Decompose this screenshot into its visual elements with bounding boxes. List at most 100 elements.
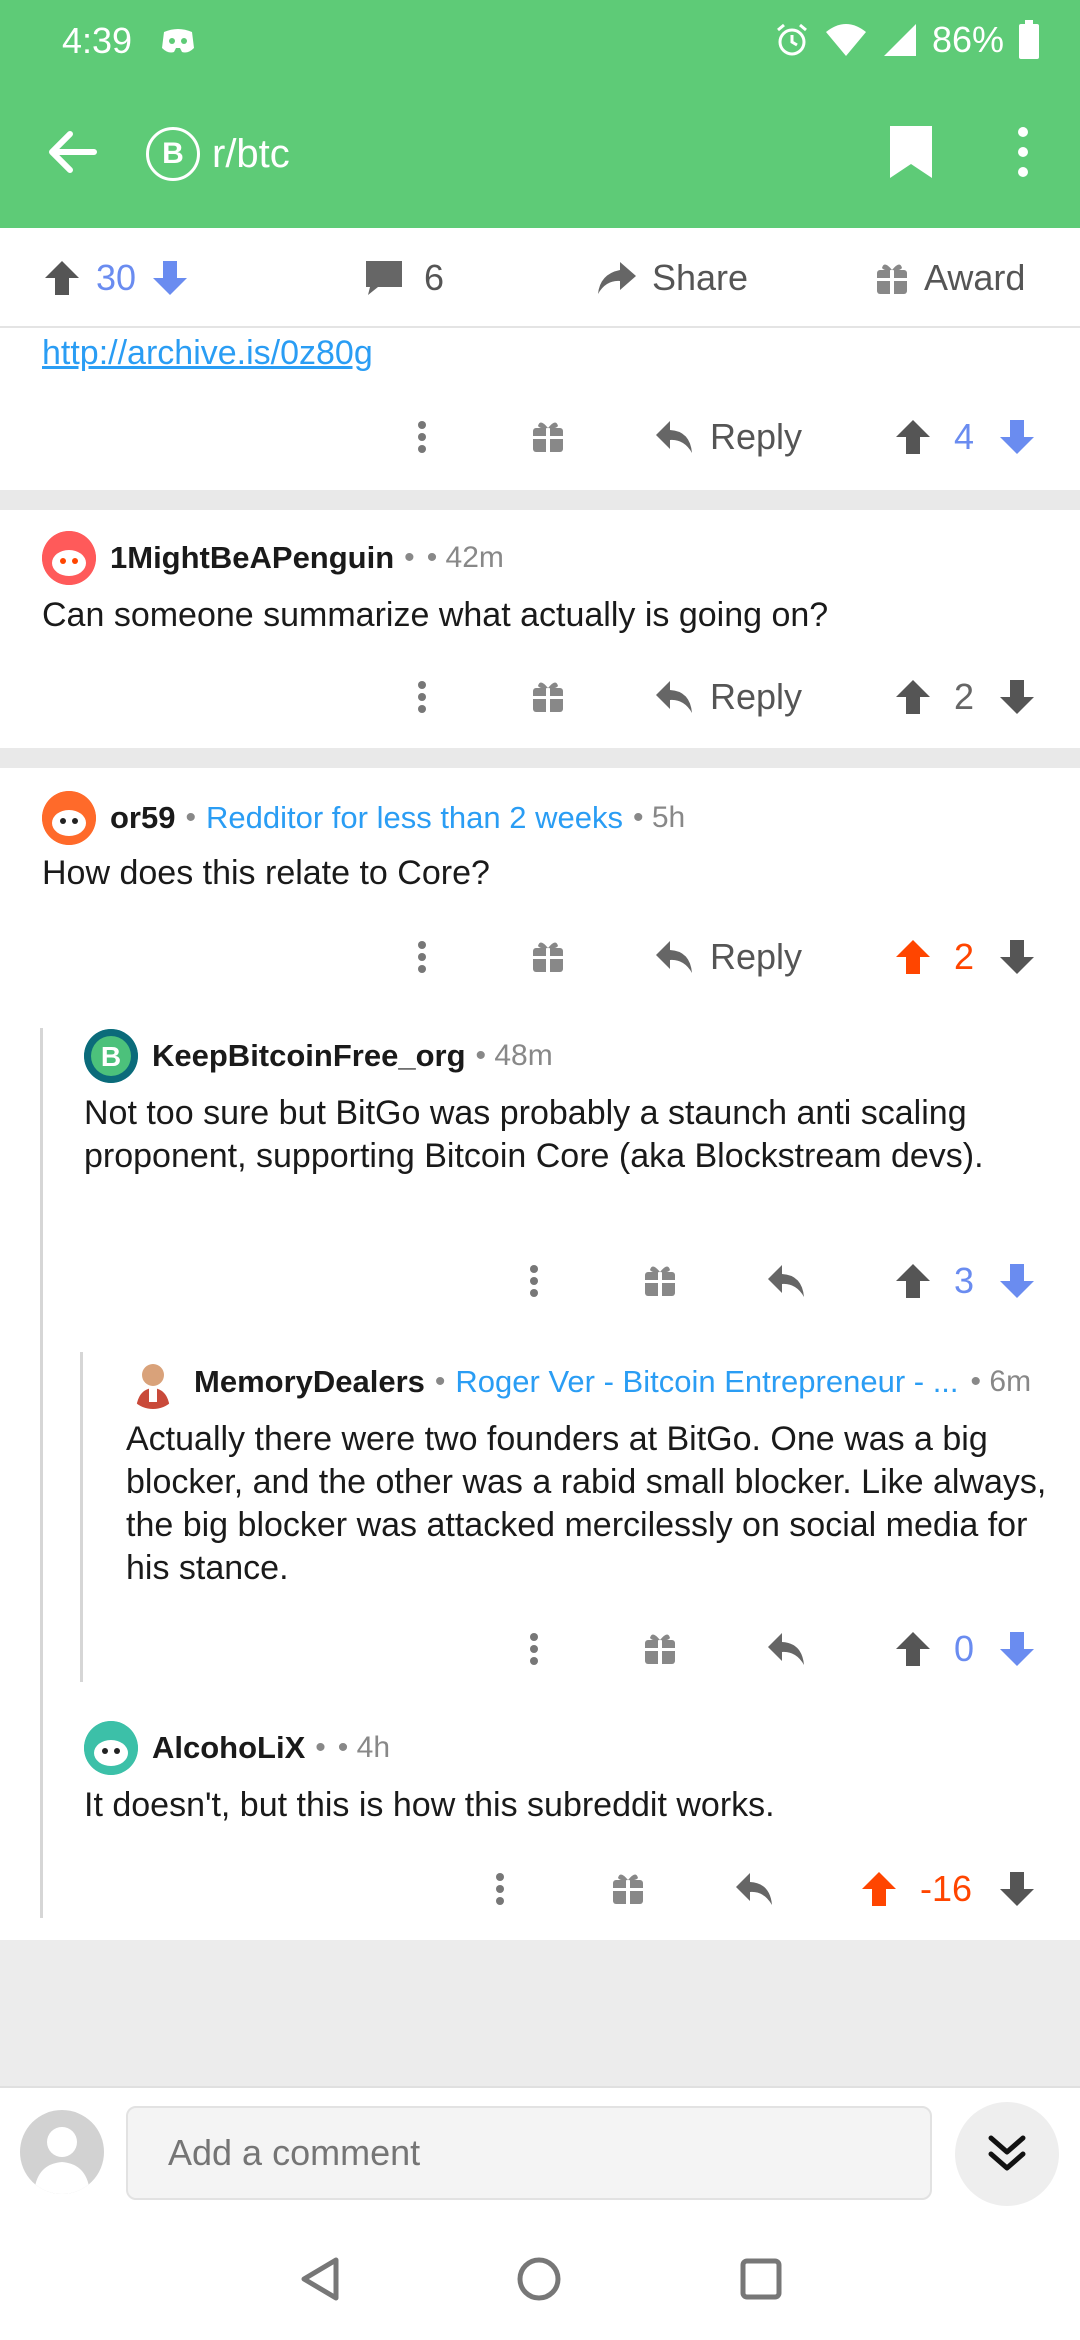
user-avatar[interactable]	[42, 791, 96, 845]
nav-home-icon[interactable]	[516, 2256, 562, 2302]
comment-author[interactable]: or59	[110, 800, 175, 836]
comment-age: • 42m	[426, 541, 504, 574]
comment-score: 0	[954, 1628, 975, 1669]
post-share-label: Share	[652, 257, 749, 298]
comment-actions: -16	[0, 1854, 1080, 1924]
separator-dot: •	[404, 541, 415, 574]
more-vertical-icon[interactable]	[412, 922, 432, 992]
more-vertical-icon[interactable]	[524, 1614, 544, 1684]
nav-recents-icon[interactable]	[740, 2258, 782, 2300]
comment-header: AlcohoLiX • • 4h	[84, 1720, 390, 1776]
post-share-button[interactable]: Share	[596, 248, 748, 308]
bookmark-icon[interactable]	[888, 124, 934, 180]
more-options-icon[interactable]	[1008, 124, 1038, 180]
downvote-arrow-icon[interactable]	[998, 1614, 1036, 1684]
snoo-avatar-icon	[84, 1721, 138, 1775]
status-time: 4:39	[62, 20, 133, 61]
post-award-button[interactable]: Award	[874, 248, 1025, 308]
gift-icon[interactable]	[530, 922, 566, 992]
share-arrow-icon	[598, 262, 636, 294]
comment-author[interactable]: 1MightBeAPenguin	[110, 540, 394, 576]
app-header: 4:39 86% B r/btc	[0, 0, 1080, 228]
reply-button[interactable]: Reply	[654, 922, 802, 992]
upvote-arrow-icon[interactable]	[894, 922, 932, 992]
archive-link[interactable]: http://archive.is/0z80g	[42, 334, 373, 373]
subreddit-icon: B	[146, 127, 200, 181]
upvote-arrow-icon[interactable]	[894, 402, 932, 472]
reply-arrow-icon[interactable]	[766, 1246, 806, 1316]
gift-icon[interactable]	[530, 402, 566, 472]
subreddit-title[interactable]: B r/btc	[146, 127, 290, 181]
comment-author[interactable]: KeepBitcoinFree_org	[152, 1038, 466, 1074]
comment-age: • 5h	[633, 801, 686, 834]
post-comment-count: 6	[424, 257, 445, 298]
comment-author[interactable]: MemoryDealers	[194, 1364, 425, 1400]
reply-arrow-icon[interactable]	[734, 1854, 774, 1924]
comment-actions: 0	[0, 1614, 1080, 1684]
downvote-arrow-icon[interactable]	[998, 402, 1036, 472]
more-vertical-icon[interactable]	[524, 1246, 544, 1316]
downvote-arrow-icon[interactable]	[150, 258, 190, 298]
snoo-avatar-icon	[42, 791, 96, 845]
comment-actions: Reply 4	[0, 402, 1080, 472]
reply-button[interactable]: Reply	[654, 662, 802, 732]
upvote-arrow-icon[interactable]	[894, 1246, 932, 1316]
gift-icon[interactable]	[642, 1246, 678, 1316]
comment-actions: Reply 2	[0, 662, 1080, 732]
current-user-avatar[interactable]	[20, 2110, 104, 2194]
subreddit-name: r/btc	[212, 131, 290, 176]
reply-button[interactable]: Reply	[654, 402, 802, 472]
nav-back-icon[interactable]	[298, 2256, 340, 2302]
user-avatar[interactable]: B	[84, 1029, 138, 1083]
downvote-arrow-icon[interactable]	[998, 922, 1036, 992]
post-comments-button[interactable]: 6	[364, 248, 444, 308]
comment-score: -16	[920, 1868, 973, 1909]
downvote-arrow-icon[interactable]	[998, 1854, 1036, 1924]
comment-author[interactable]: AlcohoLiX	[152, 1730, 305, 1766]
gift-icon[interactable]	[642, 1614, 678, 1684]
more-vertical-icon[interactable]	[490, 1854, 510, 1924]
comment-header: MemoryDealers • Roger Ver - Bitcoin Entr…	[126, 1354, 1046, 1410]
thread-line[interactable]	[40, 1028, 43, 1918]
user-avatar[interactable]	[126, 1355, 180, 1409]
user-avatar[interactable]	[42, 531, 96, 585]
reply-arrow-icon	[656, 681, 692, 713]
signal-icon	[883, 24, 916, 56]
comment-composer-bar	[0, 2086, 1080, 2216]
upvote-arrow-icon[interactable]	[894, 1614, 932, 1684]
bitcoin-cash-avatar-icon: B	[84, 1029, 138, 1083]
gift-icon[interactable]	[530, 662, 566, 732]
add-comment-input[interactable]	[126, 2106, 932, 2200]
comment-actions: 3	[0, 1246, 1080, 1316]
comment-body: Can someone summarize what actually is g…	[42, 596, 829, 634]
jump-down-button[interactable]	[955, 2102, 1059, 2206]
comment-score: 2	[954, 676, 975, 717]
user-avatar[interactable]	[84, 1721, 138, 1775]
downvote-arrow-icon[interactable]	[998, 1246, 1036, 1316]
more-vertical-icon[interactable]	[412, 662, 432, 732]
upvote-arrow-icon[interactable]	[894, 662, 932, 732]
reply-arrow-icon[interactable]	[766, 1614, 806, 1684]
status-bar: 4:39 86%	[0, 0, 1080, 84]
back-arrow-icon[interactable]	[44, 122, 104, 182]
upvote-arrow-icon[interactable]	[860, 1854, 898, 1924]
comment-score: 4	[954, 416, 975, 457]
upvote-arrow-icon[interactable]	[42, 258, 82, 298]
downvote-arrow-icon[interactable]	[998, 662, 1036, 732]
post-score: 30	[96, 257, 137, 298]
wifi-icon	[825, 24, 866, 56]
snoo-avatar-icon	[42, 531, 96, 585]
comment-score: 2	[954, 936, 975, 977]
more-vertical-icon[interactable]	[412, 402, 432, 472]
reply-label: Reply	[710, 936, 803, 977]
person-avatar-icon	[136, 1364, 170, 1409]
separator-dot: •	[434, 1365, 446, 1398]
list-end-area	[0, 1940, 1080, 2086]
comment-age: • 48m	[475, 1039, 553, 1072]
svg-text:B: B	[101, 1041, 121, 1072]
discord-icon	[162, 29, 194, 53]
gift-icon[interactable]	[610, 1854, 646, 1924]
comment-score: 3	[954, 1260, 975, 1301]
comment-age: • 4h	[337, 1731, 391, 1764]
comment-body: Actually there were two founders at BitG…	[126, 1420, 1047, 1587]
